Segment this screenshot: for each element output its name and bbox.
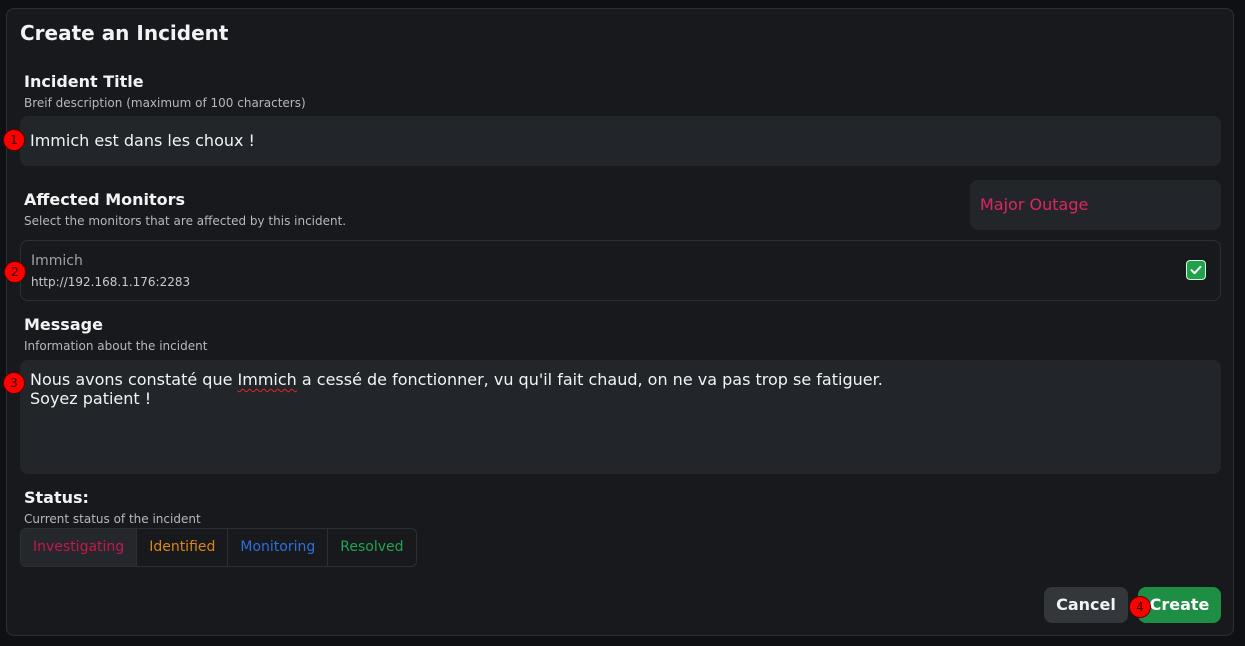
annotation-marker-4: 4 [1129,596,1151,618]
affected-monitors-hint: Select the monitors that are affected by… [24,214,347,228]
monitor-name: Immich [31,253,83,269]
message-label: Message [24,315,103,334]
incident-title-hint: Breif description (maximum of 100 charac… [24,96,306,110]
impact-select-value: Major Outage [980,195,1089,214]
incident-title-value: Immich est dans les choux ! [30,131,255,150]
affected-monitors-label: Affected Monitors [24,190,186,209]
message-text: a cessé de fonctionner, vu qu'il fait ch… [296,370,883,389]
dialog-title: Create an Incident [20,21,229,45]
status-hint: Current status of the incident [24,512,201,526]
cancel-button[interactable]: Cancel [1044,587,1128,623]
annotation-marker-2: 2 [4,261,26,283]
spellcheck-word: Immich [237,370,297,389]
status-option-investigating[interactable]: Investigating [21,529,138,566]
status-label: Status: [24,488,89,507]
check-icon [1190,265,1202,275]
status-option-identified[interactable]: Identified [137,529,229,566]
message-line-2: Soyez patient ! [30,389,152,408]
message-hint: Information about the incident [24,339,208,353]
status-segmented-control: Investigating Identified Monitoring Reso… [20,528,417,567]
monitor-url: http://192.168.1.176:2283 [31,275,191,289]
status-option-resolved[interactable]: Resolved [328,529,415,566]
monitor-checkbox[interactable] [1186,260,1206,280]
message-textarea[interactable]: Nous avons constaté que Immich a cessé d… [20,360,1221,474]
status-option-monitoring[interactable]: Monitoring [228,529,329,566]
incident-title-label: Incident Title [24,72,144,91]
impact-select[interactable]: Major Outage [970,180,1221,230]
annotation-marker-1: 1 [3,129,25,151]
create-incident-dialog: Create an Incident Incident Title Breif … [6,8,1234,636]
message-text: Nous avons constaté que [30,370,238,389]
incident-title-input[interactable]: Immich est dans les choux ! [20,116,1221,166]
monitor-item[interactable]: Immich http://192.168.1.176:2283 [20,240,1221,301]
message-line-1: Nous avons constaté que Immich a cessé d… [30,370,883,389]
annotation-marker-3: 3 [3,372,25,394]
